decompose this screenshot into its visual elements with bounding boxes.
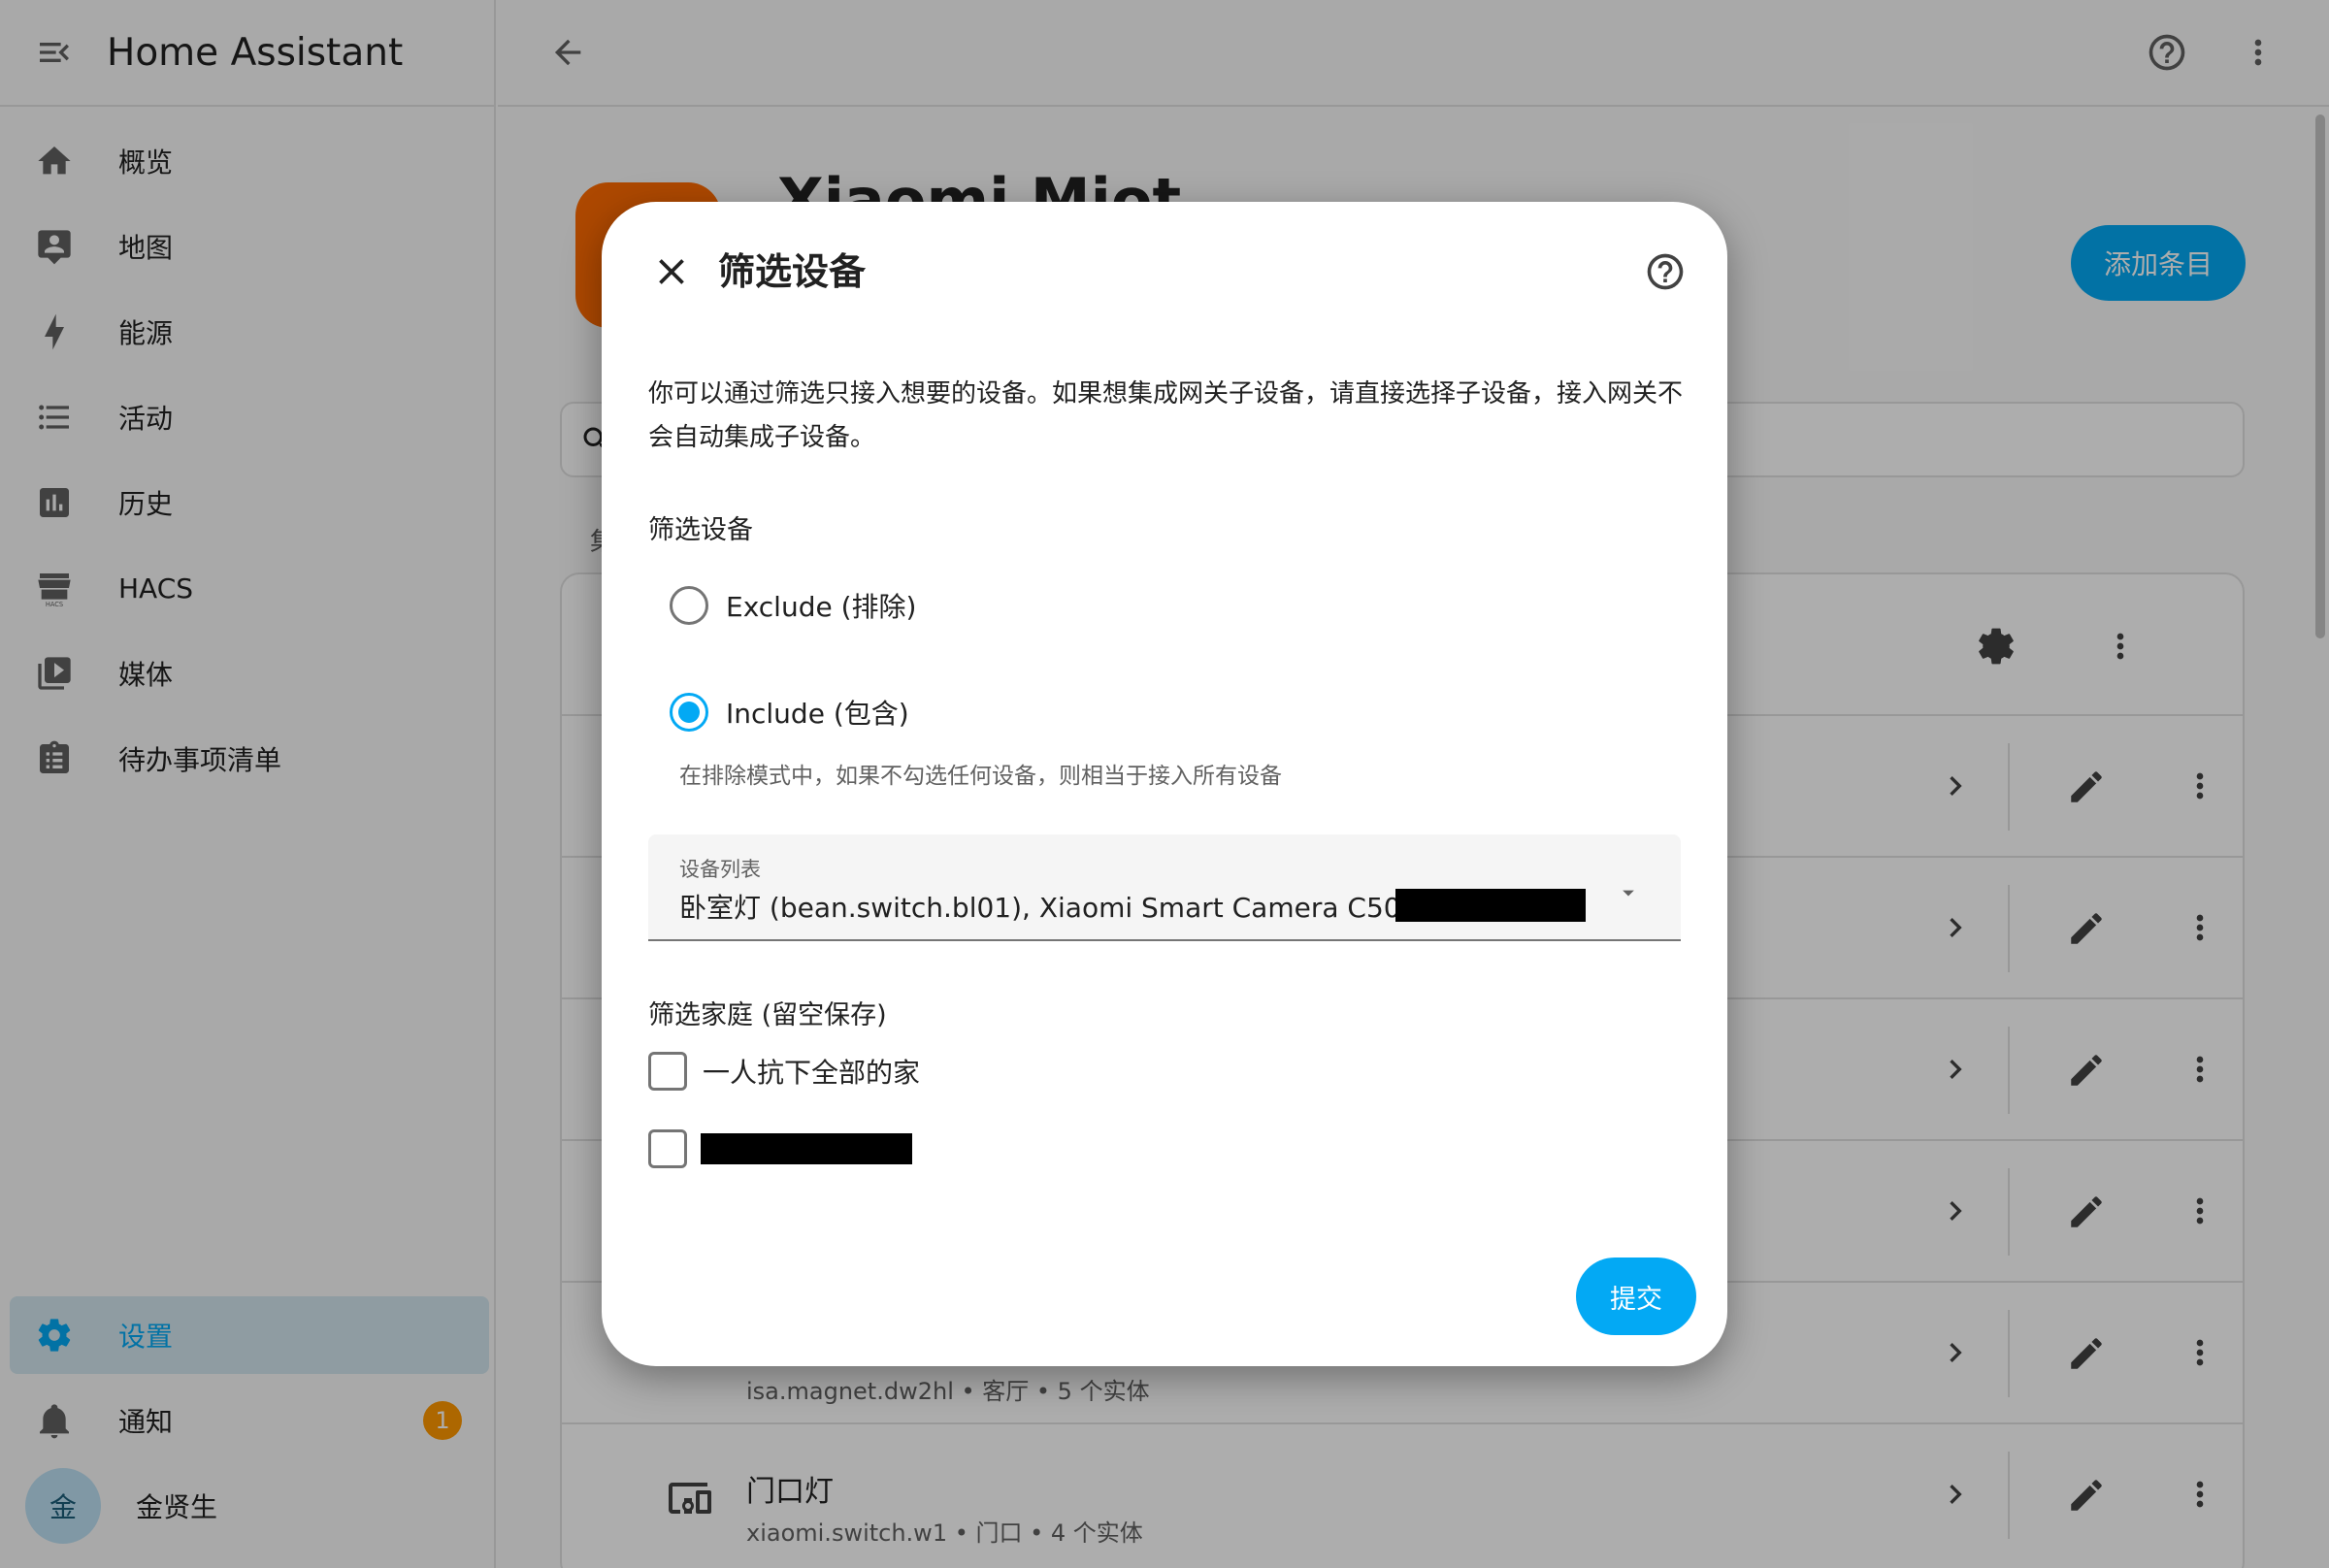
radio-button[interactable] [670,586,708,625]
menu-down-icon [1623,890,1634,897]
close-icon [659,259,684,284]
checkbox[interactable] [648,1052,687,1091]
helper-text: 在排除模式中，如果不勾选任何设备，则相当于接入所有设备 [679,764,1282,789]
checkbox-label: 一人抗下全部的家 [703,1057,921,1089]
select-caption: 设备列表 [679,858,761,881]
dialog-help-button[interactable] [1636,243,1694,301]
radio-button-checked[interactable] [670,693,708,732]
checkbox[interactable] [648,1129,687,1168]
home-filter-label: 筛选家庭 (留空保存) [648,1000,887,1030]
close-button[interactable] [642,243,701,301]
device-list-select[interactable]: 设备列表 卧室灯 (bean.switch.bl01), Xiaomi Smar… [648,834,1681,941]
redacted-block [701,1133,912,1164]
radio-exclude[interactable]: Exclude (排除) [670,586,916,625]
submit-button[interactable]: 提交 [1576,1258,1696,1335]
dialog-description: 你可以通过筛选只接入想要的设备。如果想集成网关子设备，请直接选择子设备，接入网关… [648,379,1684,452]
radio-label: Exclude (排除) [726,591,917,623]
filter-mode-label: 筛选设备 [648,515,753,545]
filter-devices-dialog: 筛选设备 你可以通过筛选只接入想要的设备。如果想集成网关子设备，请直接选择子设备… [602,202,1727,1366]
radio-include[interactable]: Include (包含) [670,693,909,732]
home-checkbox-row[interactable]: 一人抗下全部的家 [648,1052,920,1091]
dialog-title: 筛选设备 [718,250,867,293]
select-value: 卧室灯 (bean.switch.bl01), Xiaomi Smart Cam… [679,892,1470,924]
radio-label: Include (包含) [726,698,909,730]
help-circle-icon [1647,253,1684,290]
home-checkbox-row[interactable] [648,1129,912,1168]
redacted-block [1395,889,1586,922]
